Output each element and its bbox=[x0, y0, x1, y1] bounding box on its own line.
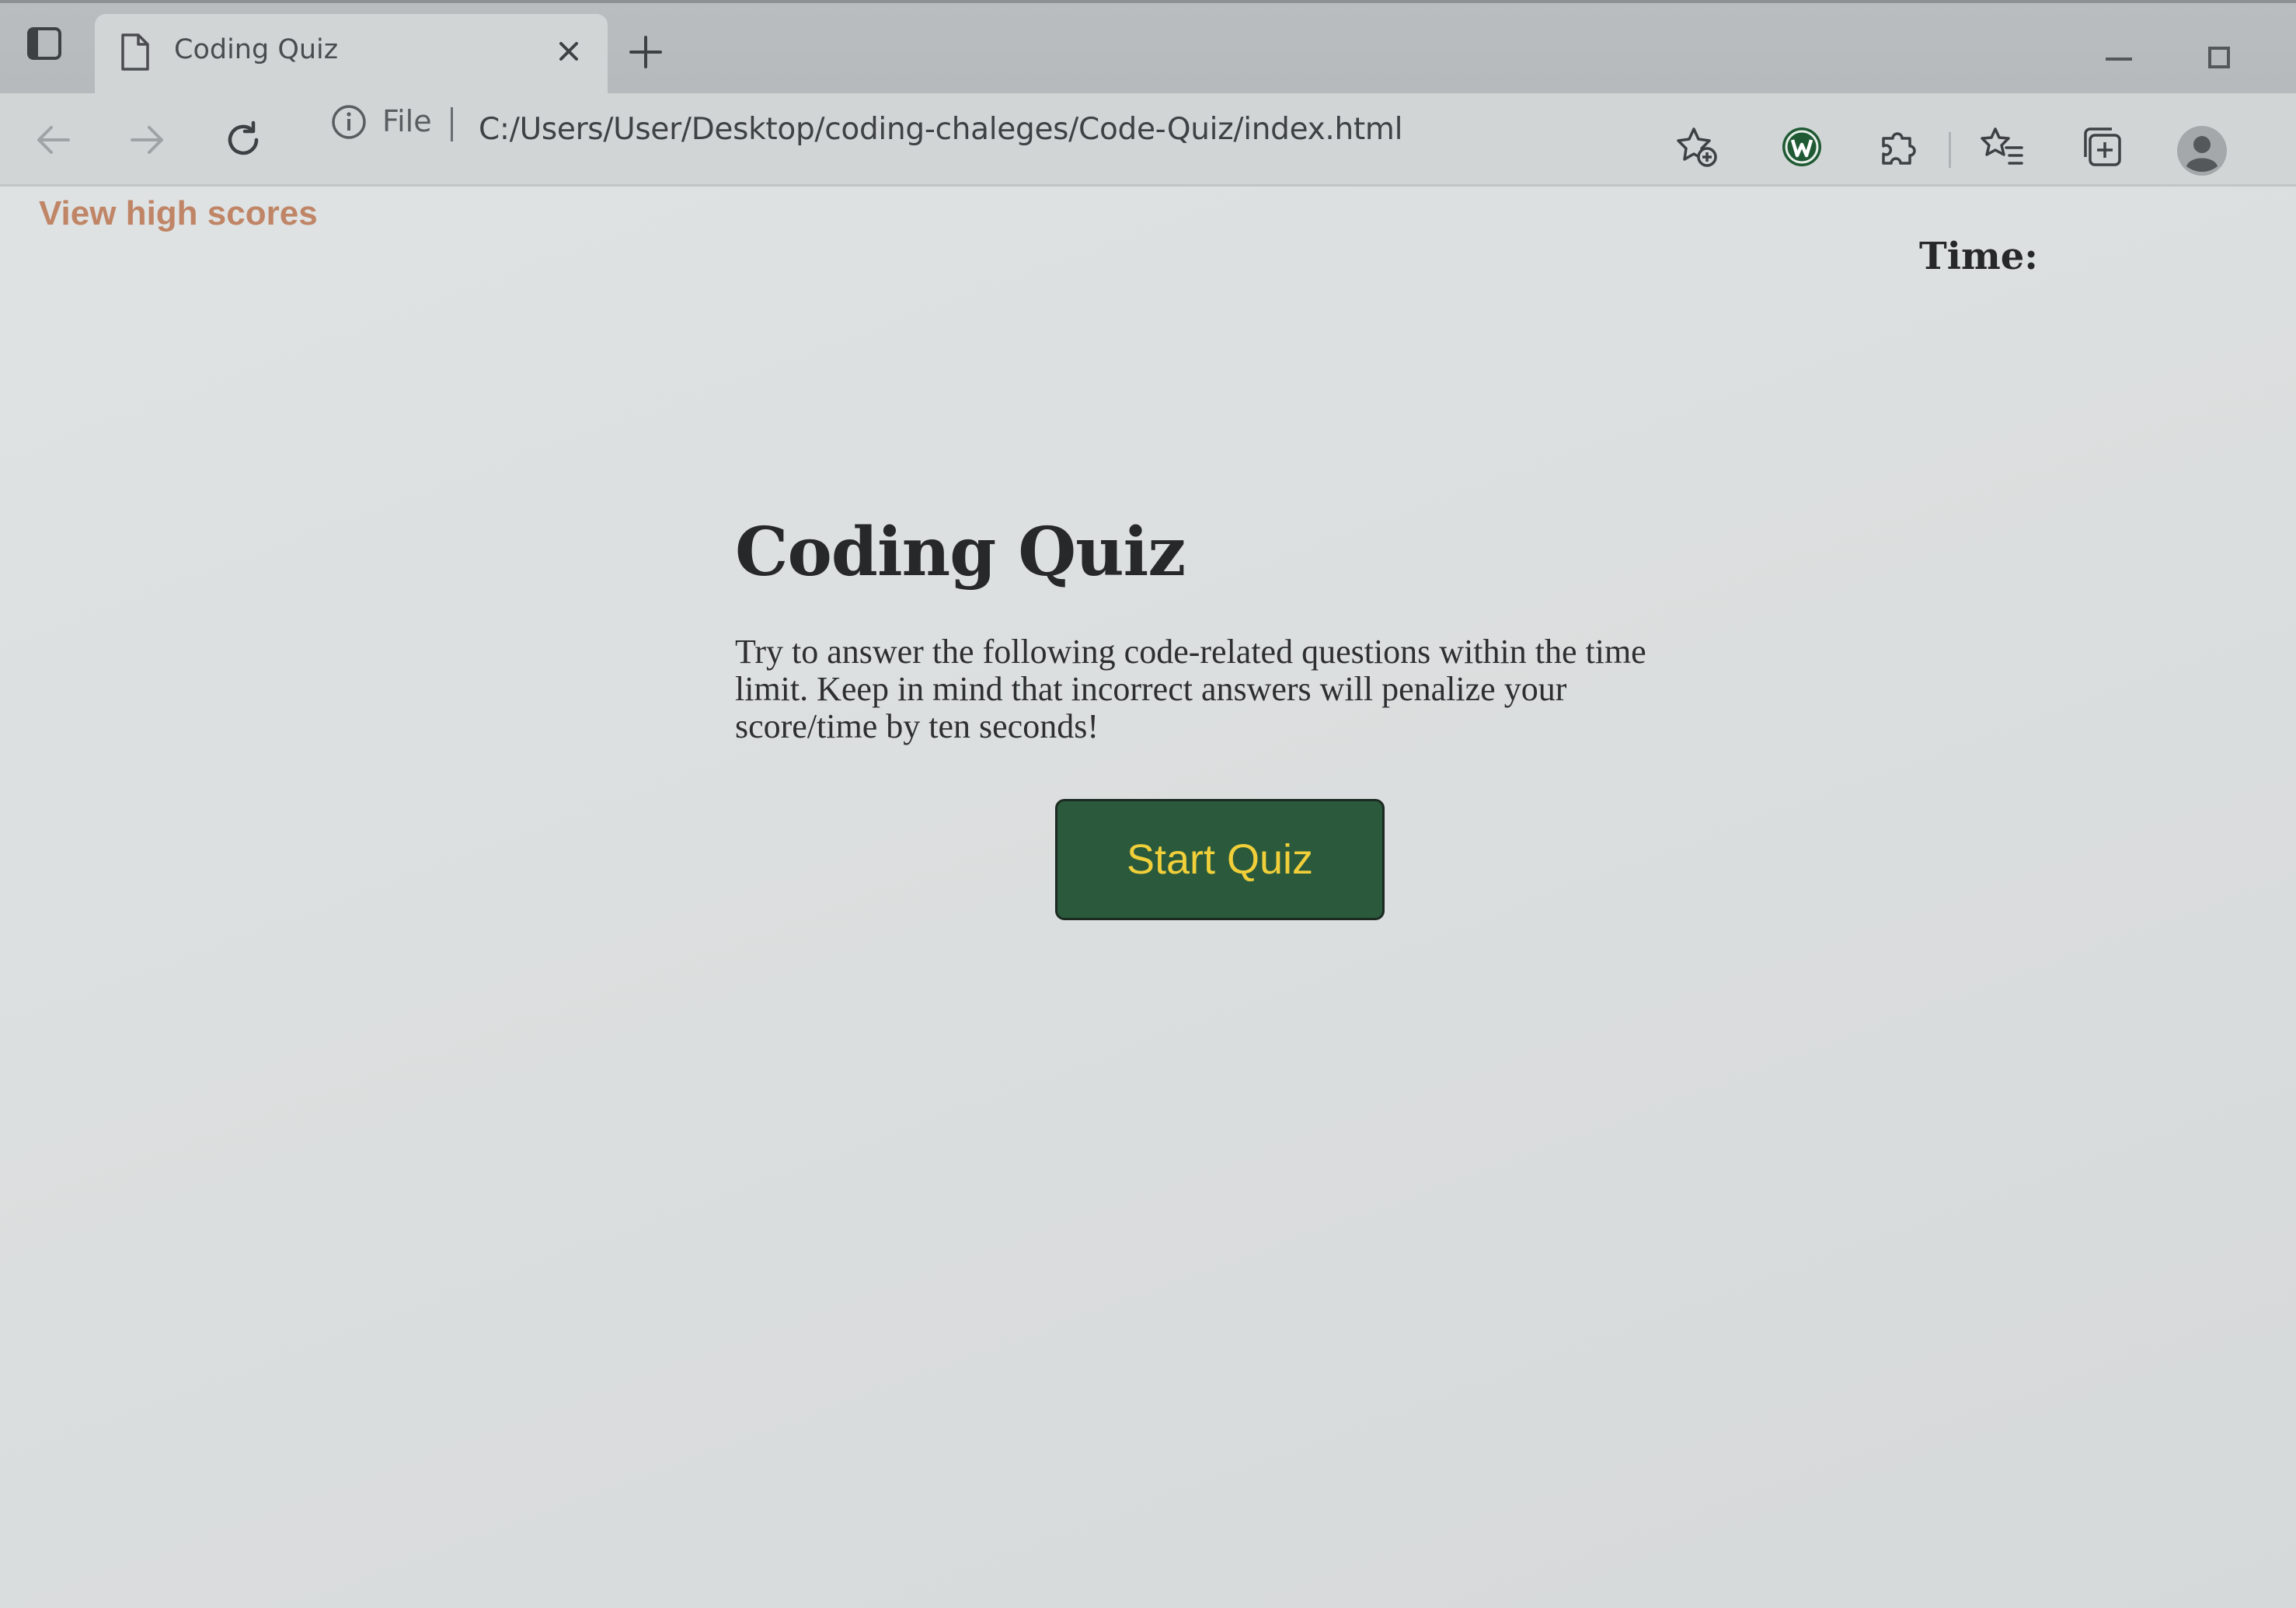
profile-icon[interactable] bbox=[2176, 124, 2228, 177]
page-content: View high scores Time: Coding Quiz Try t… bbox=[0, 187, 2296, 1608]
reload-icon[interactable] bbox=[222, 118, 266, 162]
tab-actions-icon[interactable] bbox=[26, 26, 62, 61]
w-extension-icon[interactable] bbox=[1779, 124, 1824, 169]
document-icon bbox=[121, 33, 149, 71]
address-divider bbox=[451, 107, 453, 141]
timer-label: Time: bbox=[1919, 235, 2038, 278]
page-title: Coding Quiz bbox=[735, 513, 1186, 591]
favorites-icon[interactable] bbox=[1980, 124, 2025, 169]
screen: Coding Quiz File C:/Users/User/Desktop/c… bbox=[0, 0, 2296, 1608]
minimize-icon[interactable] bbox=[2106, 58, 2132, 61]
forward-arrow-icon[interactable] bbox=[126, 118, 169, 162]
collections-icon[interactable] bbox=[2079, 124, 2124, 169]
maximize-icon[interactable] bbox=[2208, 47, 2230, 68]
info-icon[interactable] bbox=[329, 103, 368, 141]
quiz-intro: Coding Quiz Try to answer the following … bbox=[735, 513, 1667, 745]
tab-coding-quiz[interactable]: Coding Quiz bbox=[95, 14, 608, 98]
view-high-scores-link[interactable]: View high scores bbox=[39, 194, 318, 233]
close-icon[interactable] bbox=[553, 36, 584, 67]
plus-icon[interactable] bbox=[628, 34, 664, 70]
star-plus-icon[interactable] bbox=[1674, 124, 1719, 169]
quiz-description: Try to answer the following code-related… bbox=[735, 633, 1646, 745]
address-bar-url[interactable]: C:/Users/User/Desktop/coding-chaleges/Co… bbox=[479, 112, 1402, 147]
puzzle-icon[interactable] bbox=[1876, 124, 1921, 169]
scheme-label: File bbox=[382, 104, 432, 138]
toolbar-divider bbox=[1949, 132, 1951, 168]
start-quiz-button[interactable]: Start Quiz bbox=[1055, 799, 1385, 920]
back-arrow-icon[interactable] bbox=[31, 118, 75, 162]
tab-title: Coding Quiz bbox=[174, 34, 339, 65]
tab-strip: Coding Quiz bbox=[0, 0, 2296, 98]
